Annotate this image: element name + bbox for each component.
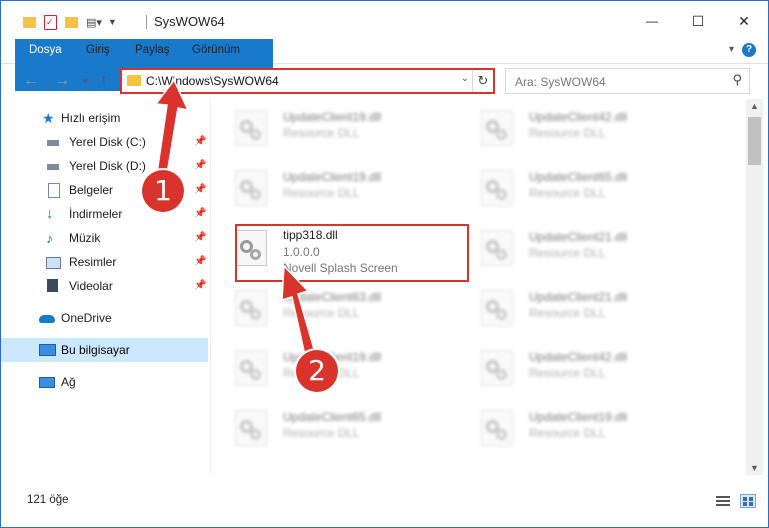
step-2-badge: 2 (296, 350, 338, 392)
step-1-badge: 1 (142, 170, 184, 212)
annotation-arrows (154, 78, 317, 362)
arrow-2 (281, 264, 317, 362)
arrow-1 (154, 78, 190, 181)
